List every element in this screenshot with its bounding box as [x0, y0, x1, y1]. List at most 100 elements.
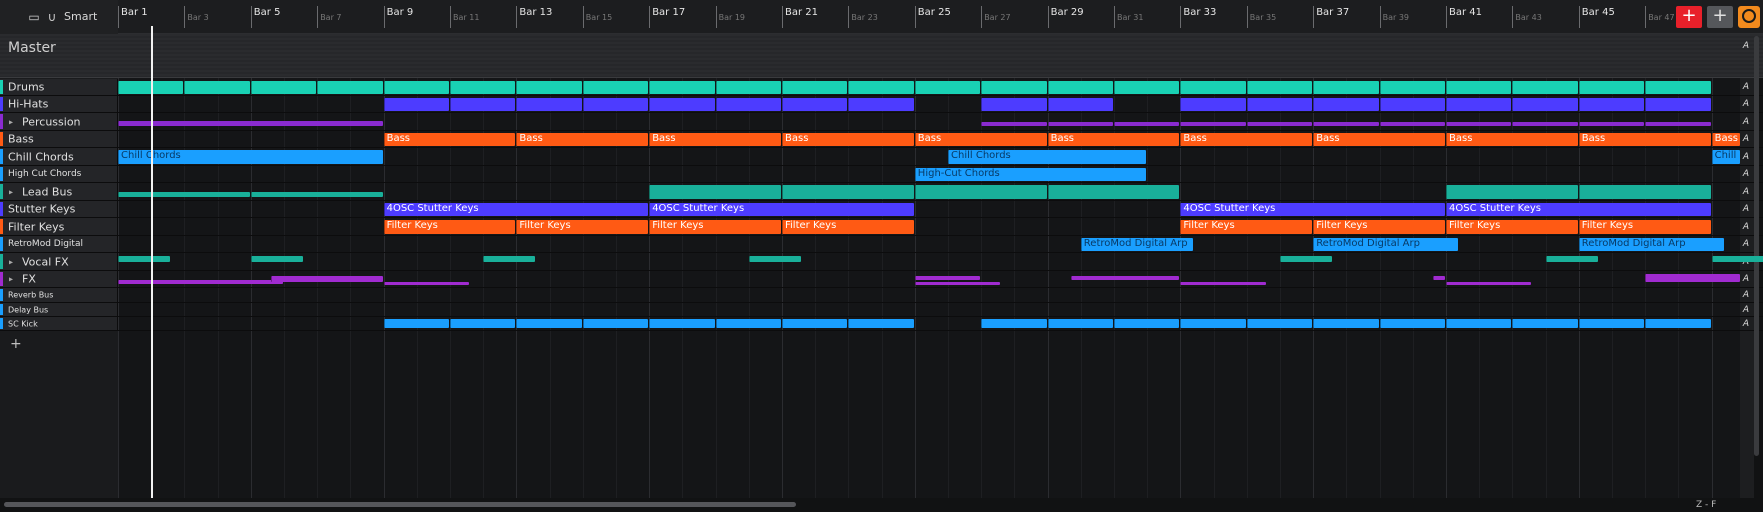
- clip[interactable]: [516, 98, 582, 111]
- clip[interactable]: [1578, 98, 1645, 111]
- clip[interactable]: Filter Keys: [1313, 220, 1445, 234]
- automation-icon[interactable]: A: [1743, 152, 1749, 162]
- track-row[interactable]: RetroMod Digital A: [0, 236, 1763, 253]
- clip[interactable]: [1645, 98, 1711, 111]
- clip[interactable]: [1047, 319, 1113, 328]
- fold-arrow-icon[interactable]: ▸: [9, 275, 13, 284]
- track-header[interactable]: Filter Keys: [0, 218, 118, 235]
- clip[interactable]: [1070, 276, 1180, 280]
- clip[interactable]: 4OSC Stutter Keys: [1446, 203, 1711, 216]
- clip[interactable]: [483, 256, 536, 262]
- clip[interactable]: [1446, 319, 1512, 328]
- clip[interactable]: [914, 185, 1047, 199]
- clip[interactable]: [1246, 81, 1313, 94]
- clip[interactable]: Bass: [1578, 133, 1711, 146]
- track-row[interactable]: High Cut Chords A: [0, 166, 1763, 183]
- playhead[interactable]: [151, 26, 153, 498]
- fold-arrow-icon[interactable]: ▸: [9, 257, 13, 266]
- clip[interactable]: 4OSC Stutter Keys: [649, 203, 914, 216]
- clip[interactable]: [649, 319, 715, 328]
- clip[interactable]: [1711, 256, 1763, 262]
- clip[interactable]: [383, 319, 449, 328]
- track-header[interactable]: Hi-Hats: [0, 96, 118, 112]
- headphones-icon[interactable]: [1738, 6, 1760, 28]
- clip[interactable]: Filter Keys: [1180, 220, 1313, 234]
- fold-arrow-icon[interactable]: ▸: [9, 117, 13, 126]
- inbox-icon[interactable]: ▭: [26, 9, 42, 25]
- timeline-ruler[interactable]: Bar 1 Bar 9 Bar 17 Bar 25 Bar 33 Bar 41 Bar 5 B…: [118, 4, 1676, 28]
- clip[interactable]: [914, 276, 981, 280]
- clip[interactable]: [1114, 319, 1180, 328]
- track-header[interactable]: Reverb Bus: [0, 288, 118, 302]
- clip[interactable]: Chill Chords: [948, 150, 1147, 164]
- track-header[interactable]: ▸ Vocal FX: [0, 253, 118, 270]
- clip[interactable]: [1645, 81, 1711, 94]
- clip[interactable]: [1645, 319, 1711, 328]
- clip[interactable]: Bass: [383, 133, 516, 146]
- automation-icon[interactable]: A: [1743, 222, 1749, 232]
- track-header[interactable]: ▸ Percussion: [0, 113, 118, 130]
- clip[interactable]: [582, 81, 649, 94]
- automation-icon[interactable]: A: [1743, 274, 1749, 284]
- clip[interactable]: [1446, 98, 1512, 111]
- clip[interactable]: [1446, 282, 1532, 285]
- clip[interactable]: [1047, 122, 1113, 126]
- clip[interactable]: [1047, 185, 1180, 199]
- clip[interactable]: [1280, 256, 1333, 262]
- automation-icon[interactable]: A: [1743, 117, 1749, 127]
- clip[interactable]: [582, 319, 649, 328]
- clip[interactable]: [1512, 81, 1578, 94]
- clip[interactable]: 4OSC Stutter Keys: [383, 203, 649, 216]
- clip[interactable]: [649, 81, 715, 94]
- clip[interactable]: [118, 280, 283, 284]
- clip[interactable]: [649, 98, 715, 111]
- clip[interactable]: [1246, 98, 1313, 111]
- clip[interactable]: [1578, 81, 1645, 94]
- clip[interactable]: [1512, 98, 1578, 111]
- clip[interactable]: [1180, 282, 1266, 285]
- clip[interactable]: [184, 81, 250, 94]
- clip[interactable]: [383, 98, 449, 111]
- clip[interactable]: [1379, 98, 1445, 111]
- automation-icon[interactable]: A: [1743, 204, 1749, 214]
- clip[interactable]: [1379, 122, 1445, 126]
- clip[interactable]: [715, 81, 781, 94]
- clip[interactable]: [1578, 122, 1645, 126]
- clip[interactable]: [715, 98, 781, 111]
- clip[interactable]: [1512, 122, 1578, 126]
- clip[interactable]: [649, 185, 781, 199]
- automation-icon[interactable]: A: [1743, 305, 1749, 315]
- clip[interactable]: [118, 256, 171, 262]
- clip[interactable]: [1313, 319, 1379, 328]
- track-header[interactable]: Stutter Keys: [0, 201, 118, 217]
- clip[interactable]: [1446, 122, 1512, 126]
- add-track-button[interactable]: +: [1676, 6, 1702, 28]
- clip[interactable]: [715, 319, 781, 328]
- clip[interactable]: [981, 81, 1047, 94]
- clip[interactable]: [1313, 98, 1379, 111]
- clip[interactable]: [250, 81, 317, 94]
- track-header[interactable]: ▸ FX: [0, 271, 118, 287]
- clip[interactable]: [782, 319, 848, 328]
- clip[interactable]: [1114, 122, 1180, 126]
- clip[interactable]: [1047, 98, 1113, 111]
- clip[interactable]: [1313, 122, 1379, 126]
- clip[interactable]: RetroMod Digital Arp: [1080, 238, 1193, 251]
- clip[interactable]: Bass: [1313, 133, 1445, 146]
- track-header[interactable]: ▸ Lead Bus: [0, 183, 118, 200]
- clip[interactable]: Bass: [649, 133, 781, 146]
- clip[interactable]: [582, 98, 649, 111]
- clip[interactable]: [450, 319, 516, 328]
- clip[interactable]: Chill Chords: [118, 150, 383, 164]
- clip[interactable]: [383, 81, 449, 94]
- clip[interactable]: [782, 98, 848, 111]
- clip[interactable]: [1446, 185, 1578, 199]
- automation-icon[interactable]: A: [1743, 41, 1749, 51]
- clip[interactable]: [1313, 81, 1379, 94]
- clip[interactable]: [516, 319, 582, 328]
- clip[interactable]: Bass: [914, 133, 1047, 146]
- track-header[interactable]: High Cut Chords: [0, 166, 118, 182]
- snap-mode-label[interactable]: Smart: [64, 10, 97, 23]
- automation-icon[interactable]: A: [1743, 239, 1749, 249]
- magnet-icon[interactable]: ∪: [44, 9, 60, 25]
